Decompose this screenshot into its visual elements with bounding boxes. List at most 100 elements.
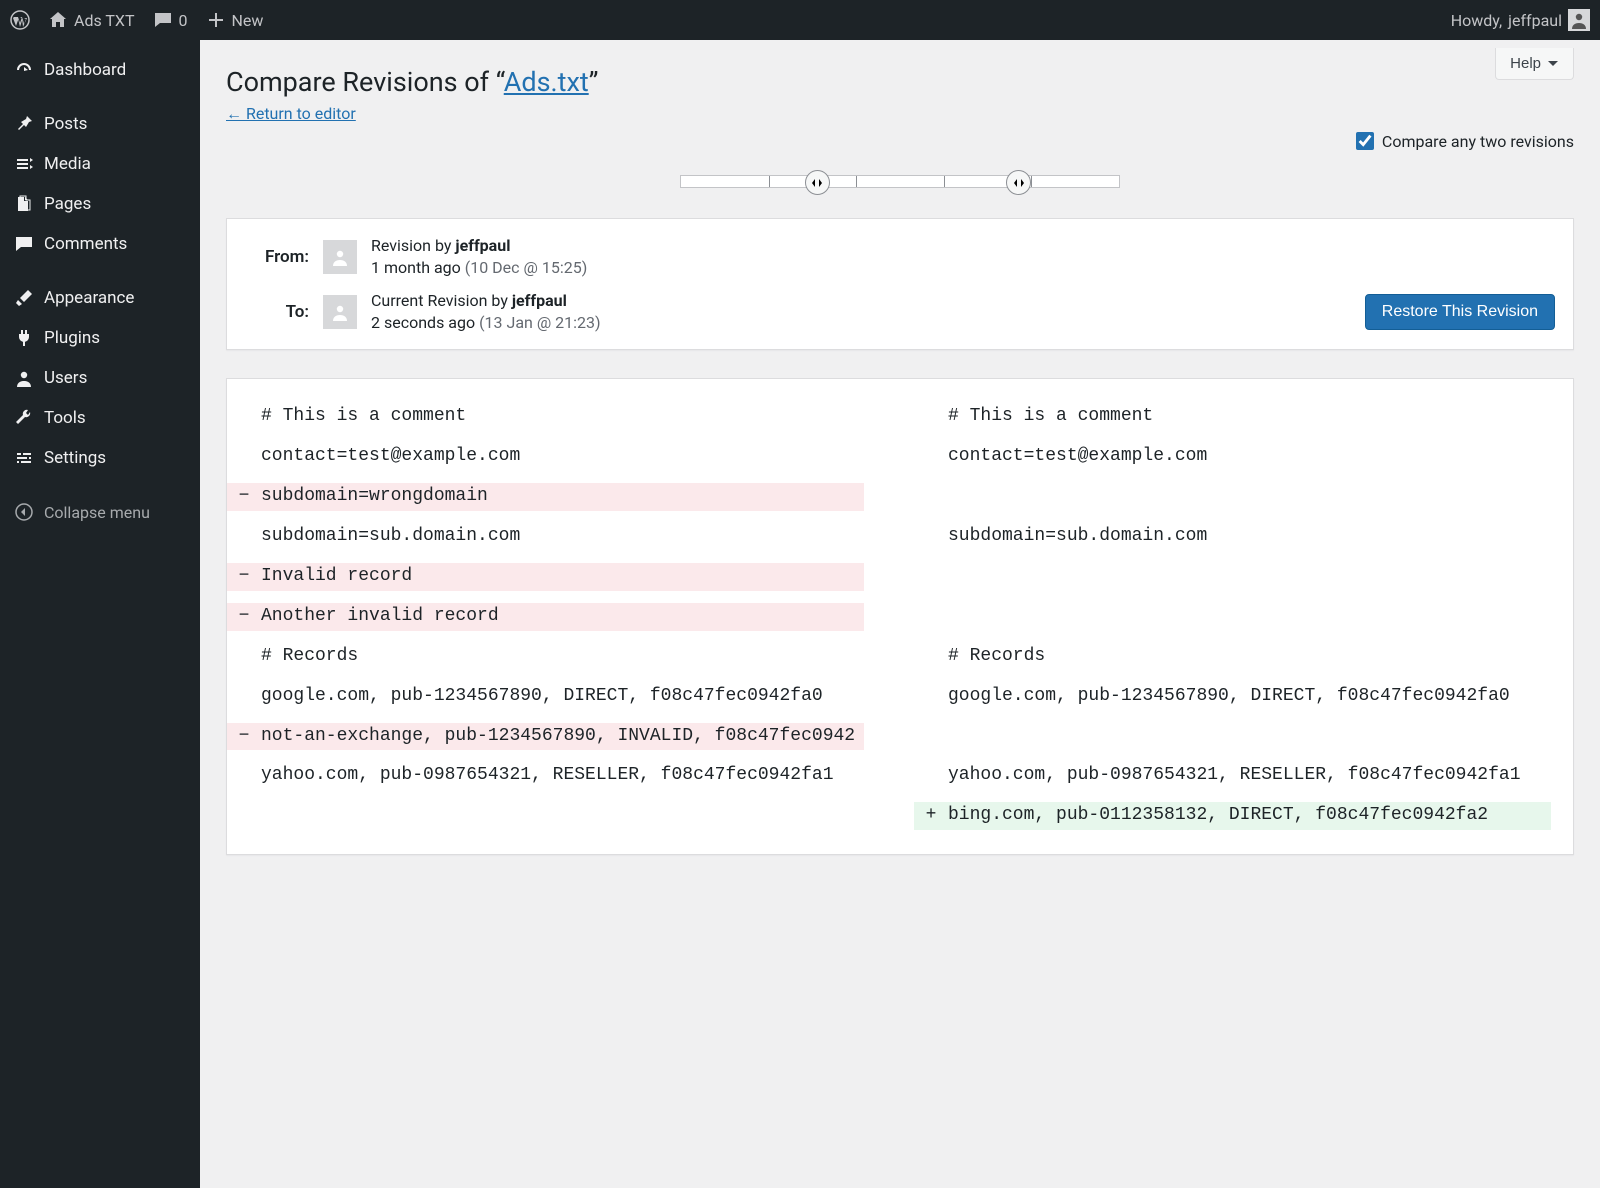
diff-left: subdomain=sub.domain.com bbox=[261, 523, 864, 551]
current-user: jeffpaul bbox=[1508, 11, 1562, 30]
diff-right: contact=test@example.com bbox=[948, 443, 1551, 471]
comment-count: 0 bbox=[179, 11, 188, 30]
person-icon bbox=[330, 247, 350, 267]
diff-right: # Records bbox=[948, 643, 1551, 671]
diff-left: # This is a comment bbox=[261, 403, 864, 431]
revision-meta: From: Revision by jeffpaul 1 month ago (… bbox=[226, 218, 1574, 350]
diff-sign bbox=[227, 683, 261, 711]
diff-right: yahoo.com, pub-0987654321, RESELLER, f08… bbox=[948, 762, 1551, 790]
sidebar-item-label: Settings bbox=[44, 448, 106, 468]
revision-from-row: From: Revision by jeffpaul 1 month ago (… bbox=[245, 229, 1555, 284]
help-tab[interactable]: Help bbox=[1495, 48, 1574, 80]
sidebar-item-media[interactable]: Media bbox=[0, 144, 200, 184]
sidebar-item-label: Users bbox=[44, 368, 87, 388]
site-name: Ads TXT bbox=[74, 11, 135, 30]
diff-sign bbox=[914, 603, 948, 631]
avatar bbox=[1568, 9, 1590, 31]
diff-line: # This is a comment # This is a comment bbox=[227, 403, 1573, 431]
sidebar-item-appearance[interactable]: Appearance bbox=[0, 278, 200, 318]
new-content-link[interactable]: New bbox=[206, 10, 264, 30]
slider-tick bbox=[944, 176, 945, 187]
diff-left: # Records bbox=[261, 643, 864, 671]
diff-sign bbox=[227, 643, 261, 671]
sidebar-item-users[interactable]: Users bbox=[0, 358, 200, 398]
collapse-menu-button[interactable]: Collapse menu bbox=[0, 492, 200, 532]
revision-to-row: To: Current Revision by jeffpaul 2 secon… bbox=[245, 284, 1555, 339]
home-icon bbox=[48, 10, 68, 30]
revision-diff: # This is a comment # This is a comment co… bbox=[226, 378, 1574, 855]
diff-left: Another invalid record bbox=[261, 603, 864, 631]
diff-right bbox=[948, 603, 1551, 631]
restore-revision-button[interactable]: Restore This Revision bbox=[1365, 294, 1555, 330]
user-icon bbox=[14, 368, 34, 388]
sidebar-item-comments[interactable]: Comments bbox=[0, 224, 200, 264]
diff-sign: − bbox=[227, 723, 261, 751]
sidebar-item-plugins[interactable]: Plugins bbox=[0, 318, 200, 358]
diff-left bbox=[261, 802, 864, 830]
diff-sign bbox=[914, 683, 948, 711]
diff-sign bbox=[227, 443, 261, 471]
diff-sign: − bbox=[227, 563, 261, 591]
account-link[interactable]: Howdy, jeffpaul bbox=[1451, 9, 1590, 31]
sidebar-item-label: Plugins bbox=[44, 328, 100, 348]
sidebar-item-label: Dashboard bbox=[44, 60, 126, 80]
diff-sign bbox=[914, 403, 948, 431]
wp-logo[interactable] bbox=[10, 10, 30, 30]
sidebar-item-label: Comments bbox=[44, 234, 127, 254]
sidebar-item-tools[interactable]: Tools bbox=[0, 398, 200, 438]
diff-left: contact=test@example.com bbox=[261, 443, 864, 471]
diff-sign bbox=[914, 563, 948, 591]
diff-right bbox=[948, 483, 1551, 511]
wordpress-icon bbox=[10, 10, 30, 30]
diff-sign bbox=[914, 483, 948, 511]
new-label: New bbox=[232, 11, 264, 30]
from-author: jeffpaul bbox=[455, 236, 510, 255]
site-home-link[interactable]: Ads TXT bbox=[48, 10, 135, 30]
drag-handle-icon bbox=[1013, 177, 1025, 189]
from-timestamp: (10 Dec @ 15:25) bbox=[465, 258, 588, 277]
page-title: Compare Revisions of “Ads.txt” bbox=[226, 40, 1574, 98]
diff-left: not-an-exchange, pub-1234567890, INVALID… bbox=[261, 723, 864, 751]
sidebar-item-posts[interactable]: Posts bbox=[0, 104, 200, 144]
revision-target-link[interactable]: Ads.txt bbox=[504, 66, 589, 98]
sidebar-item-settings[interactable]: Settings bbox=[0, 438, 200, 478]
slider-handle-to[interactable] bbox=[1006, 170, 1031, 195]
comment-icon bbox=[14, 234, 34, 254]
diff-sign: − bbox=[227, 603, 261, 631]
slider-tick bbox=[769, 176, 770, 187]
diff-line: yahoo.com, pub-0987654321, RESELLER, f08… bbox=[227, 762, 1573, 790]
chevron-down-icon bbox=[1547, 58, 1559, 70]
sidebar-item-dashboard[interactable]: Dashboard bbox=[0, 50, 200, 90]
diff-left: yahoo.com, pub-0987654321, RESELLER, f08… bbox=[261, 762, 864, 790]
sidebar-item-pages[interactable]: Pages bbox=[0, 184, 200, 224]
sidebar-item-label: Tools bbox=[44, 408, 86, 428]
slider-handle-from[interactable] bbox=[805, 170, 830, 195]
diff-right: # This is a comment bbox=[948, 403, 1551, 431]
diff-sign bbox=[227, 762, 261, 790]
return-to-editor-link[interactable]: ← Return to editor bbox=[226, 104, 356, 124]
gauge-icon bbox=[14, 60, 34, 80]
diff-right: bing.com, pub-0112358132, DIRECT, f08c47… bbox=[948, 802, 1551, 830]
diff-line: −not-an-exchange, pub-1234567890, INVALI… bbox=[227, 723, 1573, 751]
diff-left: Invalid record bbox=[261, 563, 864, 591]
from-label: From: bbox=[245, 247, 309, 267]
diff-sign bbox=[914, 643, 948, 671]
diff-line: +bing.com, pub-0112358132, DIRECT, f08c4… bbox=[227, 802, 1573, 830]
diff-left: google.com, pub-1234567890, DIRECT, f08c… bbox=[261, 683, 864, 711]
collapse-icon bbox=[14, 502, 34, 522]
sidebar-item-label: Media bbox=[44, 154, 91, 174]
comments-link[interactable]: 0 bbox=[153, 10, 188, 30]
compare-any-two-label[interactable]: Compare any two revisions bbox=[1356, 132, 1574, 151]
diff-line: −subdomain=wrongdomain bbox=[227, 483, 1573, 511]
compare-any-two-checkbox[interactable] bbox=[1356, 132, 1374, 150]
diff-line: # Records # Records bbox=[227, 643, 1573, 671]
diff-right bbox=[948, 723, 1551, 751]
revision-slider[interactable] bbox=[680, 175, 1120, 188]
pin-icon bbox=[14, 114, 34, 134]
media-icon bbox=[14, 154, 34, 174]
collapse-menu-label: Collapse menu bbox=[44, 503, 150, 522]
diff-sign bbox=[227, 802, 261, 830]
admin-bar: Ads TXT 0 New Howdy, jeffpaul bbox=[0, 0, 1600, 40]
slider-tick bbox=[856, 176, 857, 187]
from-ago: 1 month ago bbox=[371, 258, 461, 277]
